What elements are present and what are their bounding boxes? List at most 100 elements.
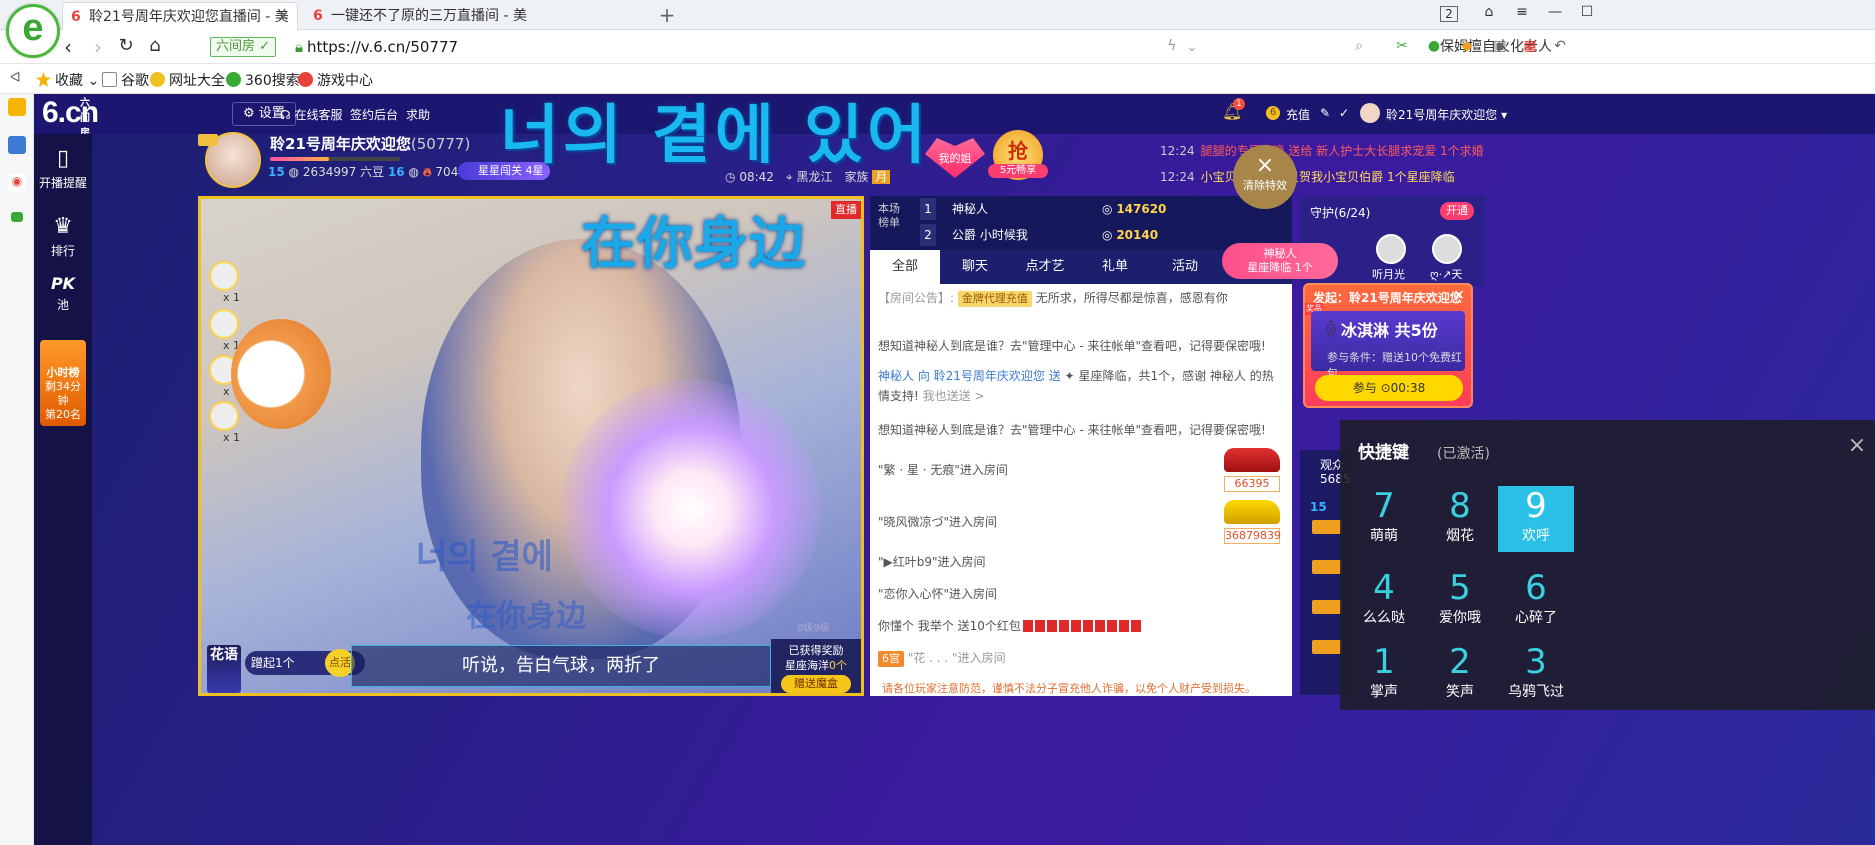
headset-icon: ☊ (280, 108, 291, 122)
close-hotkey-button[interactable]: × (1845, 434, 1869, 458)
guardian-avatar[interactable] (1432, 234, 1462, 264)
favorites-icon[interactable] (8, 98, 26, 116)
hotkey-9[interactable]: 9 欢呼 (1498, 486, 1574, 552)
forward-icon[interactable]: › (86, 35, 110, 59)
car-number: 66395 (1224, 476, 1280, 492)
enter-message: "▶红叶b9"进入房间 (878, 555, 986, 569)
browser-side-rail: ◉ (0, 94, 34, 845)
mail-icon[interactable] (11, 212, 23, 222)
ticker-item[interactable]: 12:24 腿腿的专属滴滴 送给 新人护士大长腿求宠爱 1个求婚 (1160, 138, 1490, 164)
hotkey-1[interactable]: 1 掌声 (1346, 642, 1422, 708)
sign-backend-link[interactable]: 签约后台 (350, 106, 398, 123)
chevron-down-icon[interactable]: ⌄ (1180, 40, 1204, 54)
ranking-button[interactable]: ♛ 排行 (34, 214, 92, 259)
bookmark-360-search[interactable]: 360搜索 (226, 70, 300, 90)
apps-icon[interactable]: ▦ (1518, 38, 1542, 54)
pk-pool-button[interactable]: PK 池 (34, 274, 92, 313)
gift-message: 神秘人 向 聆21号周年庆欢迎您 送 ✦ 星座降临，共1个，感谢 神秘人 的热情… (878, 369, 1274, 403)
join-button[interactable]: 参与 ⊙00:38 (1315, 375, 1463, 401)
user-avatar[interactable] (1360, 103, 1380, 123)
search-icon[interactable]: ⌕ (1347, 38, 1371, 54)
tab-chat[interactable]: 聊天 (940, 250, 1010, 284)
gear-icon: ⚙ (243, 106, 255, 121)
reload-icon[interactable]: ↻ (114, 35, 138, 56)
tab-count-badge[interactable]: 2 (1440, 6, 1458, 22)
gift-effect-animation (561, 379, 821, 639)
browser-tab[interactable]: 6 一键还不了原的三万直播间 - 美 (305, 2, 541, 30)
maximize-icon[interactable]: ☐ (1575, 4, 1599, 20)
audience-badge (1312, 640, 1342, 654)
notification-count: 1 (1233, 98, 1245, 110)
user-menu[interactable]: 聆21号周年庆欢迎您 ▾ (1386, 106, 1507, 123)
site-top-nav: 6.cn六间房 ⚙ 设置 ☊ 在线客服 签约后台 求助 🔔︎ 1 6 充值 ✎ … (34, 94, 1875, 139)
help-link[interactable]: 求助 (406, 106, 430, 123)
new-tab-button[interactable]: + (655, 2, 679, 28)
guardian-avatar[interactable] (1376, 234, 1406, 264)
hotkey-7[interactable]: 7 萌萌 (1346, 486, 1422, 552)
site-logo[interactable]: 6.cn六间房 (42, 96, 99, 139)
live-reminder-button[interactable]: ▯ 开播提醒 (34, 146, 92, 191)
hotkey-8[interactable]: 8 烟花 (1422, 486, 1498, 552)
streamer-stats: 15 ◍ 2634997 六豆 16 ◍ 🔥︎ 7045 (268, 165, 466, 179)
audience-badge (1312, 600, 1342, 614)
menu-icon[interactable]: ≡ (1510, 4, 1534, 20)
close-tab-icon[interactable]: ✕ (277, 3, 289, 30)
extension-icon[interactable]: ● (1422, 38, 1446, 54)
image-icon[interactable]: ▣ (1488, 38, 1512, 54)
bookmark-game-center[interactable]: 游戏中心 (298, 70, 373, 90)
car-number: 36879839 (1224, 528, 1281, 544)
star-icon (36, 72, 51, 87)
enter-message: "繁 · 星 · 无痕"进入房间 (878, 463, 1008, 477)
recharge-link[interactable]: 充值 (1286, 106, 1310, 123)
hotkey-2[interactable]: 2 笑声 (1422, 642, 1498, 708)
online-support-link[interactable]: ☊ 在线客服 (280, 106, 343, 123)
korean-song-overlay: 너의 곁에 있어 (500, 99, 930, 173)
shirt-icon[interactable]: ⌂ (1477, 4, 1501, 20)
send-too-link[interactable]: 我也送送 > (923, 389, 985, 403)
audience-badge (1312, 520, 1342, 534)
browser-tab-active[interactable]: 6 聆21号周年庆欢迎您直播间 - 美 ✕ (62, 2, 298, 30)
flower-language-badge[interactable]: 花语 (207, 645, 241, 693)
weibo-icon[interactable]: ◉ (8, 174, 26, 192)
browser-logo-icon[interactable]: e (6, 4, 60, 58)
clear-effects-button[interactable]: × 清除特效 (1233, 145, 1297, 209)
hotkey-6[interactable]: 6 心碎了 (1498, 568, 1574, 634)
url-field[interactable]: 🔒︎ https://v.6.cn/50777 (295, 38, 458, 56)
mystery-gift-bubble: 神秘人 星座降临 1个 (1222, 243, 1338, 279)
back-icon[interactable]: ‹ (56, 35, 80, 59)
ticker-item[interactable]: 12:24 小宝贝♥里 大宝贝贺我小宝贝伯爵 1个星座降临 (1160, 164, 1490, 190)
address-bar: ‹ › ↻ ⌂ 六间房 ✓ 🔒︎ https://v.6.cn/50777 ϟ ⌄… (0, 30, 1875, 64)
hotkey-4[interactable]: 4 么么哒 (1346, 568, 1422, 634)
home-icon[interactable]: ⌂ (143, 35, 167, 56)
minimize-icon[interactable]: — (1543, 4, 1567, 20)
hourly-rank-card[interactable]: 小时榜 剩34分钟 第20名 (40, 340, 86, 426)
hotkey-5[interactable]: 5 爱你哦 (1422, 568, 1498, 634)
ranking-label[interactable]: 本场榜单 (878, 202, 908, 230)
tab-title: 聆21号周年庆欢迎您直播间 - 美 (89, 9, 289, 25)
close-icon[interactable]: × (1453, 287, 1465, 303)
live-video-player[interactable]: 在你身边 너의 곁에 在你身边 直播 x 1 x 1 x 1 x 1 花语 蹭起… (198, 196, 864, 696)
tab-talent[interactable]: 点才艺 (1010, 250, 1080, 284)
guardian-name: ღ·↗天 (1430, 268, 1463, 281)
site-favicon-icon: 6 (71, 9, 81, 25)
hotkey-3[interactable]: 3 乌鸦飞过 (1498, 642, 1574, 708)
send-magic-box-button[interactable]: 赠送魔盒 (781, 675, 851, 693)
shield-icon[interactable]: ◆ (1455, 38, 1479, 54)
scissors-icon[interactable]: ✂ (1390, 38, 1414, 54)
reader-icon[interactable] (8, 136, 26, 154)
undo-icon[interactable]: ↶ (1548, 38, 1572, 54)
bookmark-favorites[interactable]: 收藏 ⌄ (36, 70, 99, 90)
rank-row[interactable]: 2 公爵 小时候我 ◎ 20140 (920, 224, 1280, 246)
tab-gift-list[interactable]: 礼单 (1080, 250, 1150, 284)
rank-row[interactable]: 1 神秘人 ◎ 147620 (920, 198, 1280, 220)
bookmark-site-directory[interactable]: 网址大全 (150, 70, 225, 90)
edit-icon[interactable]: ✎ (1320, 106, 1330, 120)
gift-slot (209, 261, 239, 291)
tab-activity[interactable]: 活动 (1150, 250, 1220, 284)
sidebar-toggle-icon[interactable]: ᐊ (10, 70, 21, 86)
open-guardian-button[interactable]: 开通 (1440, 202, 1474, 220)
tab-all[interactable]: 全部 (870, 250, 940, 284)
check-icon[interactable]: ✓ (1339, 106, 1349, 120)
car-icon (1224, 448, 1280, 472)
bookmark-google[interactable]: 谷歌 (102, 70, 149, 90)
